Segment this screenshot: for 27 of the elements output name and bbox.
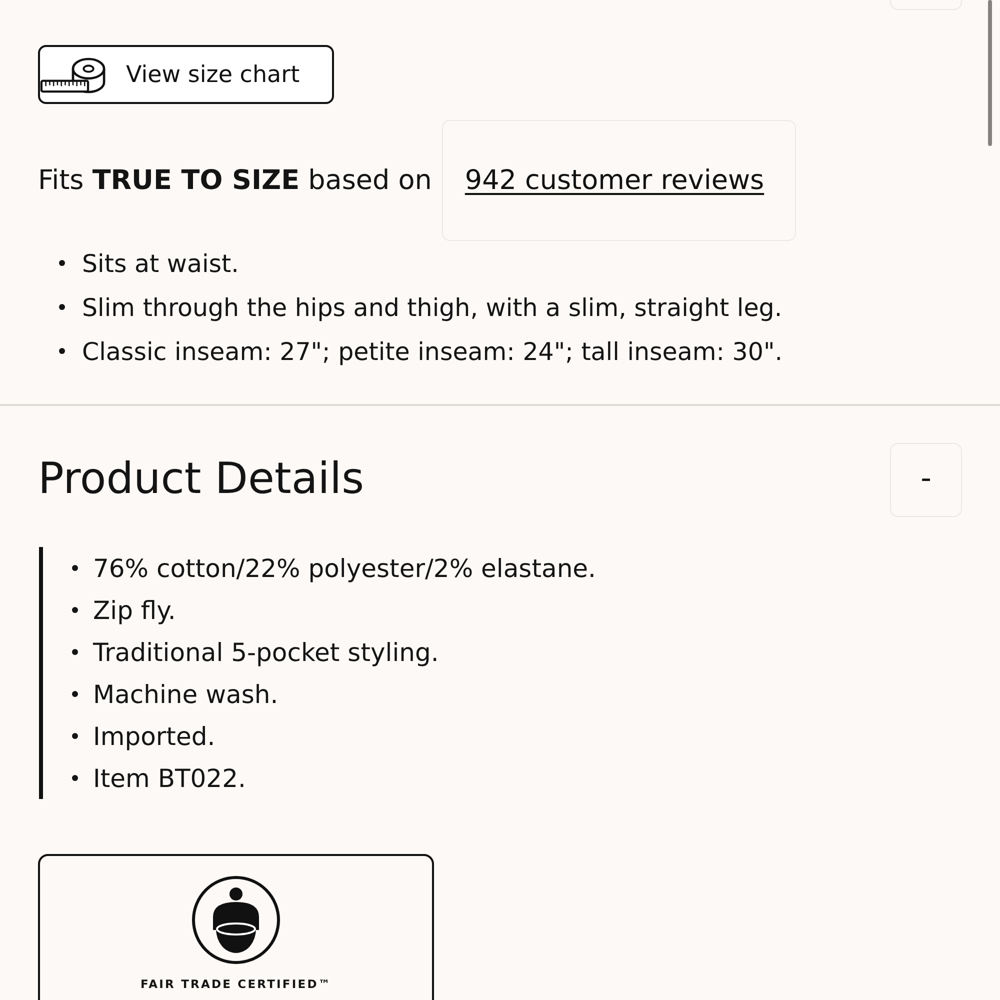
collapse-button[interactable]: - — [890, 443, 962, 517]
certification-label: FAIR TRADE CERTIFIED™ — [140, 977, 332, 991]
size-chart-button[interactable]: View size chart — [38, 45, 334, 104]
bullet-icon — [72, 775, 78, 781]
fit-note-text: Slim through the hips and thigh, with a slim, straight leg. — [82, 292, 782, 322]
detail-text: Imported. — [93, 722, 216, 750]
bullet-icon — [72, 565, 78, 571]
bullet-icon — [72, 649, 78, 655]
detail-text: Zip fly. — [93, 596, 176, 624]
fit-summary-text: Fits TRUE TO SIZE based on — [38, 165, 432, 196]
certification-logo-icon — [191, 875, 281, 965]
bullet-icon — [59, 348, 65, 354]
bullet-icon — [59, 260, 65, 266]
detail-text: 76% cotton/22% polyester/2% elastane. — [93, 554, 596, 582]
scrollbar-thumb[interactable] — [988, 0, 992, 146]
bullet-icon — [72, 691, 78, 697]
bullet-icon — [72, 733, 78, 739]
detail-text: Traditional 5-pocket styling. — [93, 638, 439, 666]
bullet-icon — [72, 607, 78, 613]
bullet-icon — [59, 304, 65, 310]
detail-text: Machine wash. — [93, 680, 278, 708]
tape-measure-icon — [40, 56, 106, 94]
section-heading: Product Details — [38, 456, 364, 504]
detail-text: Item BT022. — [93, 764, 246, 792]
reviews-link[interactable]: 942 customer reviews — [442, 120, 796, 241]
fit-note-text: Classic inseam: 27"; petite inseam: 24"; tall inseam: 30". — [82, 336, 783, 366]
fit-note-text: Sits at waist. — [82, 248, 239, 278]
